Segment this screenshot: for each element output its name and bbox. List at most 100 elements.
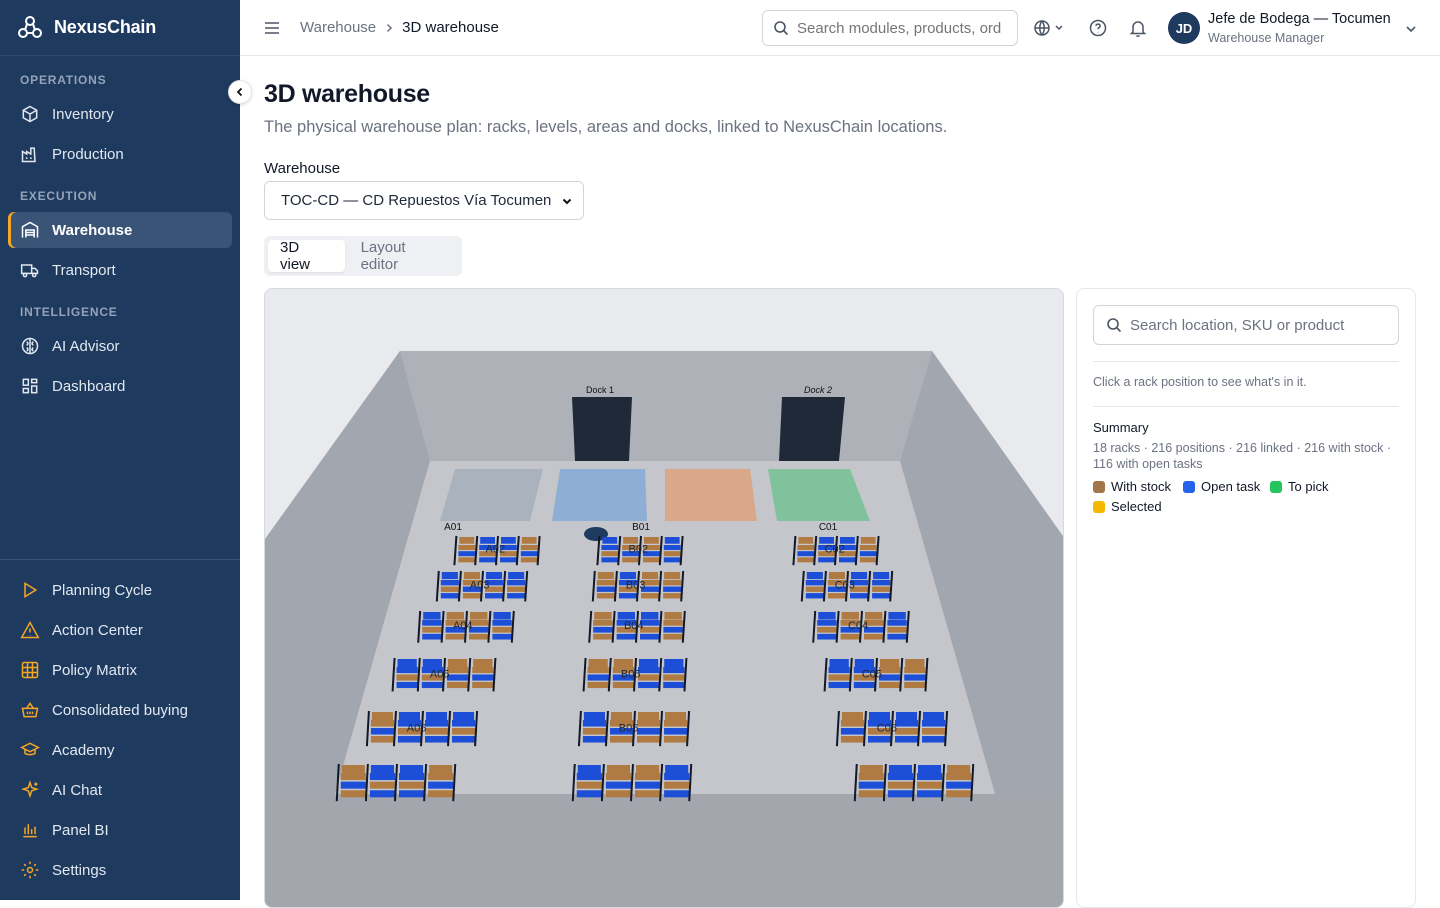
rack-position[interactable] <box>507 580 526 586</box>
sidebar-item-academy[interactable]: Academy <box>8 732 232 768</box>
rack-position[interactable] <box>664 537 680 544</box>
rack-position[interactable] <box>462 593 481 599</box>
rack-position[interactable] <box>472 667 494 674</box>
rack-position[interactable] <box>606 765 630 775</box>
sidebar-item-warehouse[interactable]: Warehouse <box>8 212 232 248</box>
rack-position[interactable] <box>859 551 877 557</box>
rack-position[interactable] <box>805 593 824 599</box>
rack-position[interactable] <box>663 580 682 586</box>
rack-position[interactable] <box>397 736 421 743</box>
sidebar-item-panel-bi[interactable]: Panel BI <box>8 812 232 848</box>
rack-position[interactable] <box>485 593 504 599</box>
rack-position[interactable] <box>904 681 926 689</box>
rack-position[interactable] <box>596 580 615 586</box>
rack-position[interactable] <box>663 545 681 551</box>
rack-position[interactable] <box>582 736 606 743</box>
rack-position[interactable] <box>887 626 907 633</box>
rack-position[interactable] <box>840 633 860 640</box>
rack-position[interactable] <box>635 781 661 789</box>
avatar[interactable]: JD <box>1168 12 1200 44</box>
rack-position[interactable] <box>864 633 884 640</box>
rack-position[interactable] <box>618 593 637 599</box>
rack-position[interactable] <box>440 580 459 586</box>
sidebar-item-dashboard[interactable]: Dashboard <box>8 368 232 404</box>
rack-position[interactable] <box>663 586 682 592</box>
area-1[interactable] <box>440 469 543 521</box>
rack-position[interactable] <box>904 674 926 681</box>
rack-position[interactable] <box>463 572 480 580</box>
rack-position[interactable] <box>447 674 469 681</box>
rack-position[interactable] <box>520 557 538 563</box>
rack-position[interactable] <box>643 557 660 563</box>
rack-position[interactable] <box>817 633 837 640</box>
rack-position[interactable] <box>641 593 660 599</box>
sidebar-item-ai-chat[interactable]: AI Chat <box>8 772 232 808</box>
area-3[interactable] <box>665 469 757 521</box>
rack-position[interactable] <box>576 790 602 798</box>
rack-position[interactable] <box>440 586 459 592</box>
rack-position[interactable] <box>605 790 631 798</box>
rack-position[interactable] <box>453 712 475 721</box>
rack-position[interactable] <box>635 790 661 798</box>
rack-position[interactable] <box>396 674 418 681</box>
rack-position[interactable] <box>850 593 869 599</box>
breadcrumb-warehouse[interactable]: Warehouse <box>300 19 376 36</box>
rack-position[interactable] <box>429 765 453 775</box>
rack-position[interactable] <box>840 728 864 735</box>
sidebar-item-settings[interactable]: Settings <box>8 852 232 888</box>
rack-position[interactable] <box>479 557 496 563</box>
rack-position[interactable] <box>576 781 602 789</box>
rack-position[interactable] <box>642 572 659 580</box>
rack-position[interactable] <box>596 593 615 599</box>
rack-position[interactable] <box>841 712 863 721</box>
warehouse-select[interactable]: TOC-CD — CD Repuestos Vía Tocumen <box>264 181 584 220</box>
rack-position[interactable] <box>636 765 660 775</box>
rack-position[interactable] <box>637 728 661 735</box>
rack-position[interactable] <box>828 667 850 674</box>
rack-position[interactable] <box>588 659 608 668</box>
rack-position[interactable] <box>422 626 442 633</box>
rack-position[interactable] <box>521 537 537 544</box>
rack-position[interactable] <box>602 537 618 544</box>
rack-position[interactable] <box>872 586 891 592</box>
rack-position[interactable] <box>500 557 517 563</box>
rack-position[interactable] <box>613 659 633 668</box>
rack-position[interactable] <box>370 736 394 743</box>
rack-position[interactable] <box>798 537 814 544</box>
sidebar-item-inventory[interactable]: Inventory <box>8 96 232 132</box>
rack-position[interactable] <box>616 633 636 640</box>
rack-position[interactable] <box>917 790 943 798</box>
rack-position[interactable] <box>612 681 634 689</box>
rack-position[interactable] <box>840 736 864 743</box>
rack-position[interactable] <box>663 551 681 557</box>
rack-position[interactable] <box>587 681 609 689</box>
rack-position[interactable] <box>421 681 443 689</box>
rack-position[interactable] <box>400 765 424 775</box>
rack-position[interactable] <box>458 551 476 557</box>
rack-position[interactable] <box>520 551 538 557</box>
rack-position[interactable] <box>817 620 837 626</box>
rack-position[interactable] <box>851 572 868 580</box>
collapse-sidebar-button[interactable] <box>228 80 252 104</box>
rack-position[interactable] <box>922 720 946 727</box>
rack-position[interactable] <box>663 681 685 689</box>
sidebar-item-production[interactable]: Production <box>8 136 232 172</box>
rack-position[interactable] <box>665 765 689 775</box>
rack-position[interactable] <box>398 712 420 721</box>
rack-position[interactable] <box>447 667 469 674</box>
rack-position[interactable] <box>370 765 394 775</box>
rack-position[interactable] <box>577 765 601 775</box>
rack-position[interactable] <box>663 593 682 599</box>
dock-1[interactable] <box>572 397 632 461</box>
rack-position[interactable] <box>664 781 690 789</box>
rack-position[interactable] <box>619 572 636 580</box>
rack-position[interactable] <box>428 790 454 798</box>
rack-position[interactable] <box>587 667 609 674</box>
menu-icon[interactable] <box>262 18 282 38</box>
rack-position[interactable] <box>423 612 441 620</box>
rack-position[interactable] <box>446 612 464 620</box>
rack-position[interactable] <box>638 674 660 681</box>
rack-position[interactable] <box>582 720 606 727</box>
rack-position[interactable] <box>638 712 660 721</box>
rack-position[interactable] <box>665 712 687 721</box>
